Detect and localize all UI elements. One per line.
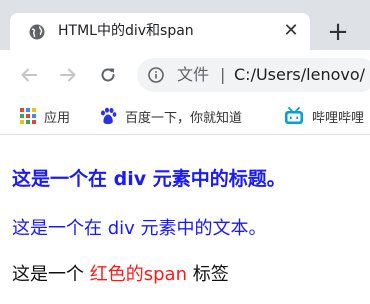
chip-separator: | xyxy=(220,65,226,84)
span-suffix-text: 标签 xyxy=(186,264,229,285)
url-text[interactable]: C:/Users/lenovo/ xyxy=(234,65,365,85)
bookmark-bilibili[interactable]: 哔哩哔哩 xyxy=(284,105,364,127)
info-icon[interactable] xyxy=(148,67,164,83)
div-paragraph: 这是一个在 div 元素中的文本。 xyxy=(12,218,267,239)
tab-close-button[interactable]: ✕ xyxy=(281,21,301,41)
globe-icon xyxy=(29,24,45,40)
bookmark-apps[interactable]: 应用 xyxy=(20,105,70,127)
new-tab-button[interactable]: + xyxy=(326,19,350,45)
site-info-chip[interactable]: 文件 xyxy=(177,65,209,85)
reload-icon xyxy=(101,68,115,82)
tab-title: HTML中的div和span xyxy=(58,23,194,39)
bookmark-label: 应用 xyxy=(44,110,71,126)
span-prefix-text: 这是一个 xyxy=(12,264,90,285)
bookmarks-bar: 应用 百度一下，你就知道 哔哩哔哩 xyxy=(0,100,370,135)
reload-button[interactable] xyxy=(97,64,119,86)
tab-strip: HTML中的div和span ✕ + xyxy=(0,0,370,50)
arrow-left-icon xyxy=(21,68,37,82)
arrow-right-icon xyxy=(60,68,76,82)
bookmark-baidu[interactable]: 百度一下，你就知道 xyxy=(99,105,242,127)
back-button[interactable] xyxy=(18,64,40,86)
browser-window: HTML中的div和span ✕ + 文件 | C:/Users/lenovo/… xyxy=(0,0,370,304)
bookmark-label: 百度一下，你就知道 xyxy=(125,110,243,126)
active-tab[interactable]: HTML中的div和span ✕ xyxy=(10,13,310,50)
baidu-paw-icon xyxy=(101,107,117,125)
bookmark-label: 哔哩哔哩 xyxy=(312,110,365,126)
red-span: 红色的span xyxy=(89,264,187,285)
forward-button[interactable] xyxy=(57,64,79,86)
apps-grid-icon xyxy=(20,108,36,124)
span-paragraph: 这是一个 红色的span 标签 xyxy=(12,264,229,286)
page-content: 这是一个在 div 元素中的标题。 这是一个在 div 元素中的文本。 这是一个… xyxy=(0,135,370,304)
address-bar[interactable]: 文件 | C:/Users/lenovo/ xyxy=(137,58,370,92)
browser-toolbar: 文件 | C:/Users/lenovo/ xyxy=(0,50,370,100)
div-heading: 这是一个在 div 元素中的标题。 xyxy=(12,168,286,190)
bilibili-tv-icon xyxy=(285,107,303,124)
